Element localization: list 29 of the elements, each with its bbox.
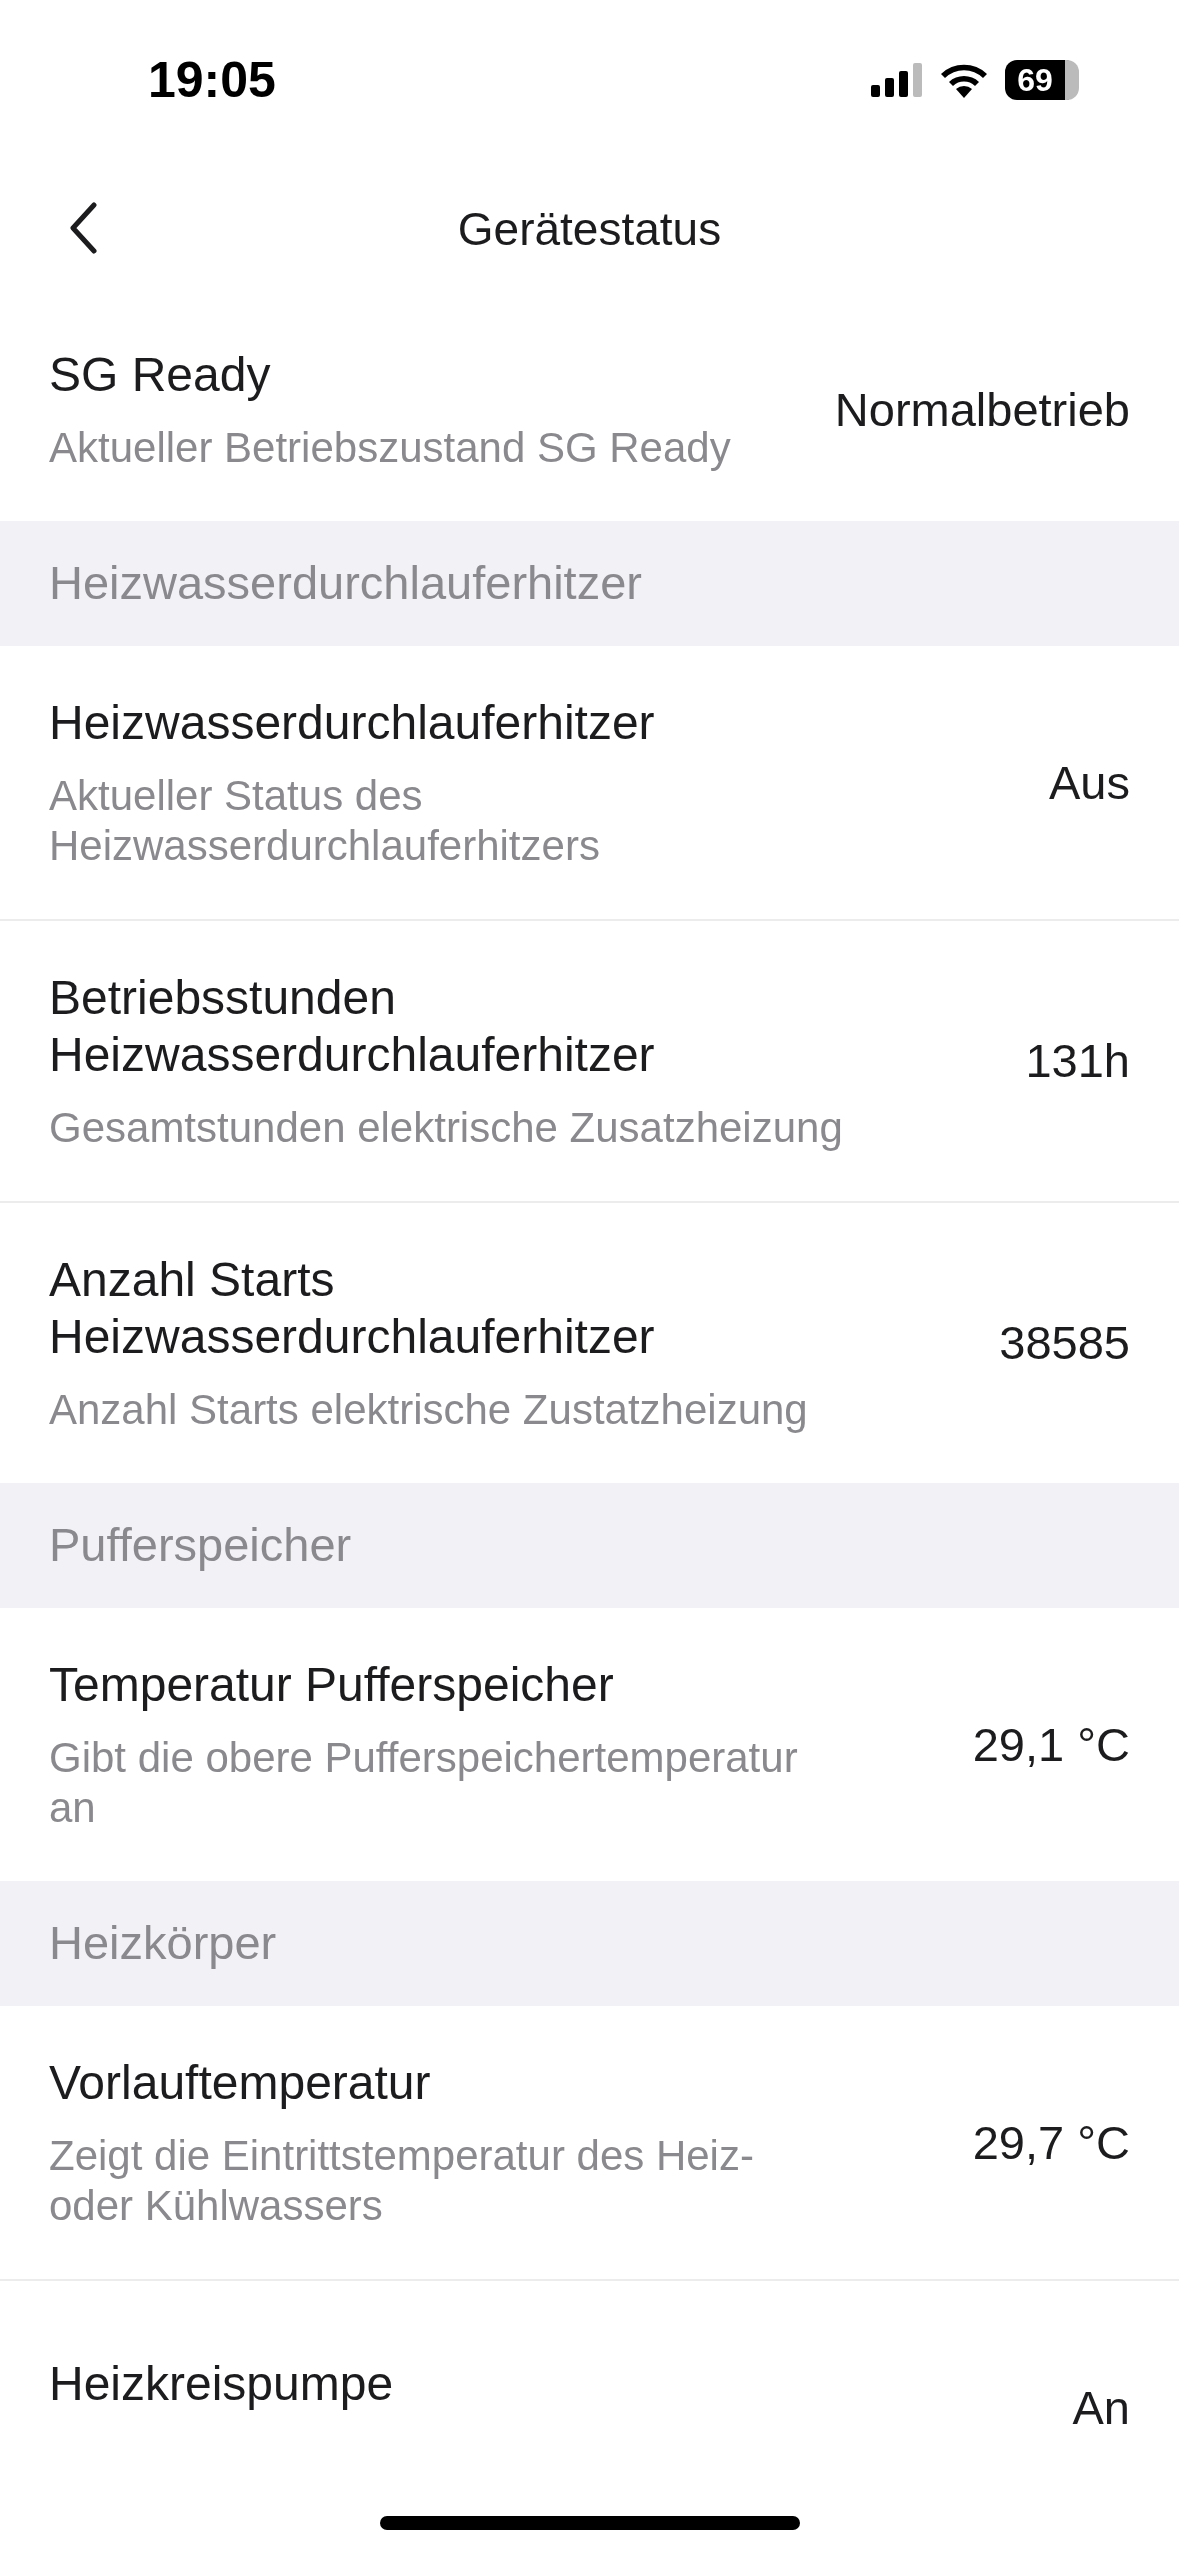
row-description: Zeigt die Eintrittstemperatur des Heiz- oder Kühlwassers (49, 2131, 755, 2231)
row-value: 29,1 °C (972, 1716, 1130, 1773)
section-header: Heizwasserdurchlauferhitzer (0, 521, 1179, 646)
row-value: 38585 (999, 1315, 1130, 1371)
battery-indicator: 69 (1005, 60, 1079, 100)
row-value: 131h (1025, 1033, 1130, 1089)
row-value: Aus (1049, 754, 1130, 811)
row-value: 29,7 °C (972, 2114, 1130, 2171)
page-title: Gerätestatus (457, 201, 722, 257)
row-description: Gibt die obere Pufferspeichertemperatur an (49, 1733, 799, 1833)
row-description: Aktueller Betriebszustand SG Ready (49, 423, 731, 473)
back-chevron-icon (68, 202, 98, 254)
row-title: Temperatur Pufferspeicher (49, 1657, 615, 1713)
row-title: SG Ready (49, 347, 272, 403)
wifi-icon (939, 62, 989, 98)
row-title: Betriebsstunden Heizwasserdurchlauferhitzer (49, 970, 656, 1083)
section-header: Pufferspeicher (0, 1483, 1179, 1608)
row-title: Anzahl Starts Heizwasserdurchlauferhitzer (49, 1252, 656, 1365)
row-description: Anzahl Starts elektrische Zustatzheizung (49, 1385, 809, 1435)
signal-icon (871, 63, 923, 97)
row-title: Heizkreispumpe (49, 2355, 394, 2412)
status-time: 19:05 (148, 50, 276, 110)
row-description: Aktueller Status des Heizwasserdurchlauferhitzers (49, 771, 601, 871)
row-value: Normalbetrieb (834, 381, 1130, 438)
row-title: Vorlauftemperatur (49, 2055, 432, 2111)
row-value: An (1072, 2380, 1130, 2436)
row-description: Gesamtstunden elektrische Zusatzheizung (49, 1103, 844, 1153)
row-title: Heizwasserdurchlauferhitzer (49, 695, 656, 751)
section-header: Heizkörper (0, 1881, 1179, 2006)
